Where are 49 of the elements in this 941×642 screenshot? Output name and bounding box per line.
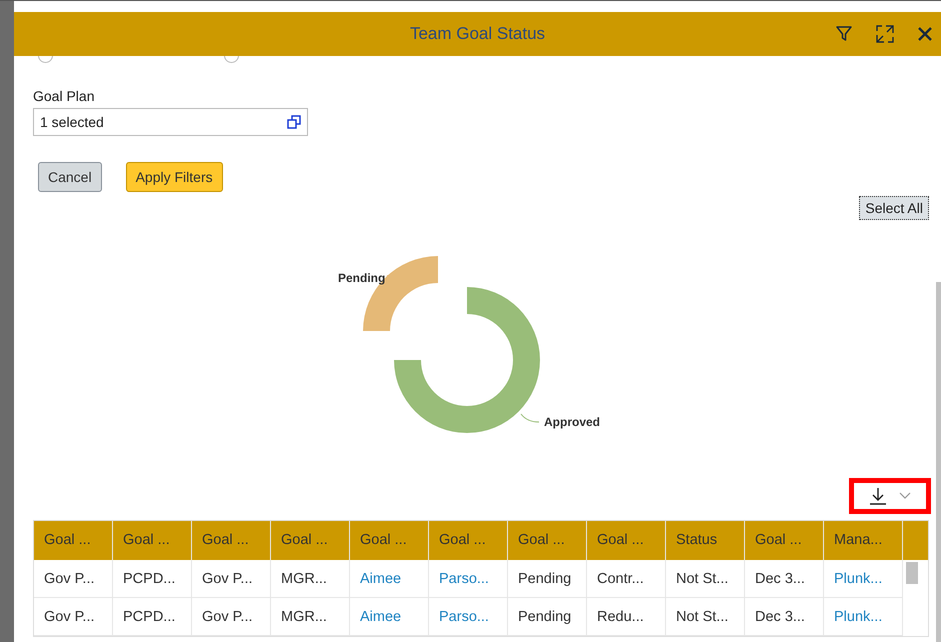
table-cell: Dec 3... xyxy=(745,560,824,598)
slice-label: Approved xyxy=(544,415,600,429)
column-header[interactable]: Goal ... xyxy=(271,521,350,560)
multi-select-icon[interactable] xyxy=(287,115,301,129)
action-button[interactable]: Apply Filters xyxy=(126,162,223,192)
table-cell: Contr... xyxy=(587,560,666,598)
table-cell: MGR... xyxy=(271,560,350,598)
dialog-title: Team Goal Status xyxy=(410,24,546,44)
column-header[interactable]: Mana... xyxy=(824,521,903,560)
table-cell: Pending xyxy=(508,560,587,598)
radio-button[interactable] xyxy=(38,56,53,63)
table-cell: Gov P... xyxy=(34,560,113,598)
table-cell: MGR... xyxy=(271,598,350,636)
column-header[interactable]: Goal ... xyxy=(429,521,508,560)
radio-button[interactable] xyxy=(224,56,239,63)
slice-label: Pending xyxy=(338,271,386,285)
column-header[interactable]: Goal ... xyxy=(350,521,429,560)
table-cell: Redu... xyxy=(587,598,666,636)
scrollbar[interactable] xyxy=(936,282,941,642)
table-cell: Gov P... xyxy=(192,560,271,598)
goal-plan-field[interactable]: 1 selected xyxy=(33,108,308,136)
column-header[interactable]: Goal ... xyxy=(745,521,824,560)
table-cell: PCPD... xyxy=(113,598,192,636)
field-label: Goal Plan xyxy=(33,88,96,104)
table-link[interactable]: Parso... xyxy=(429,598,508,636)
caret-icon[interactable] xyxy=(899,492,911,500)
column-header[interactable]: Goal ... xyxy=(508,521,587,560)
column-header[interactable]: Goal ... xyxy=(192,521,271,560)
action-button[interactable]: Cancel xyxy=(38,162,102,192)
close-icon[interactable] xyxy=(917,26,933,42)
table-cell: Not St... xyxy=(666,598,745,636)
download-control[interactable] xyxy=(849,478,931,514)
column-header[interactable]: Goal ... xyxy=(587,521,666,560)
table-link[interactable]: Aimee xyxy=(350,560,429,598)
table-cell: Dec 3... xyxy=(745,598,824,636)
column-header[interactable]: Goal ... xyxy=(34,521,113,560)
expand-icon[interactable] xyxy=(875,24,895,44)
table-cell: Pending xyxy=(508,598,587,636)
column-header[interactable]: Goal ... xyxy=(113,521,192,560)
table-link[interactable]: Aimee xyxy=(350,598,429,636)
select-all-button[interactable]: Select All xyxy=(859,196,929,220)
table-cell: Gov P... xyxy=(34,598,113,636)
table-cell: Not St... xyxy=(666,560,745,598)
download-icon[interactable] xyxy=(869,486,887,506)
table-cell: PCPD... xyxy=(113,560,192,598)
table-link[interactable]: Parso... xyxy=(429,560,508,598)
table-cell: Gov P... xyxy=(192,598,271,636)
column-header[interactable]: Status xyxy=(666,521,745,560)
filter-icon[interactable] xyxy=(835,25,853,43)
